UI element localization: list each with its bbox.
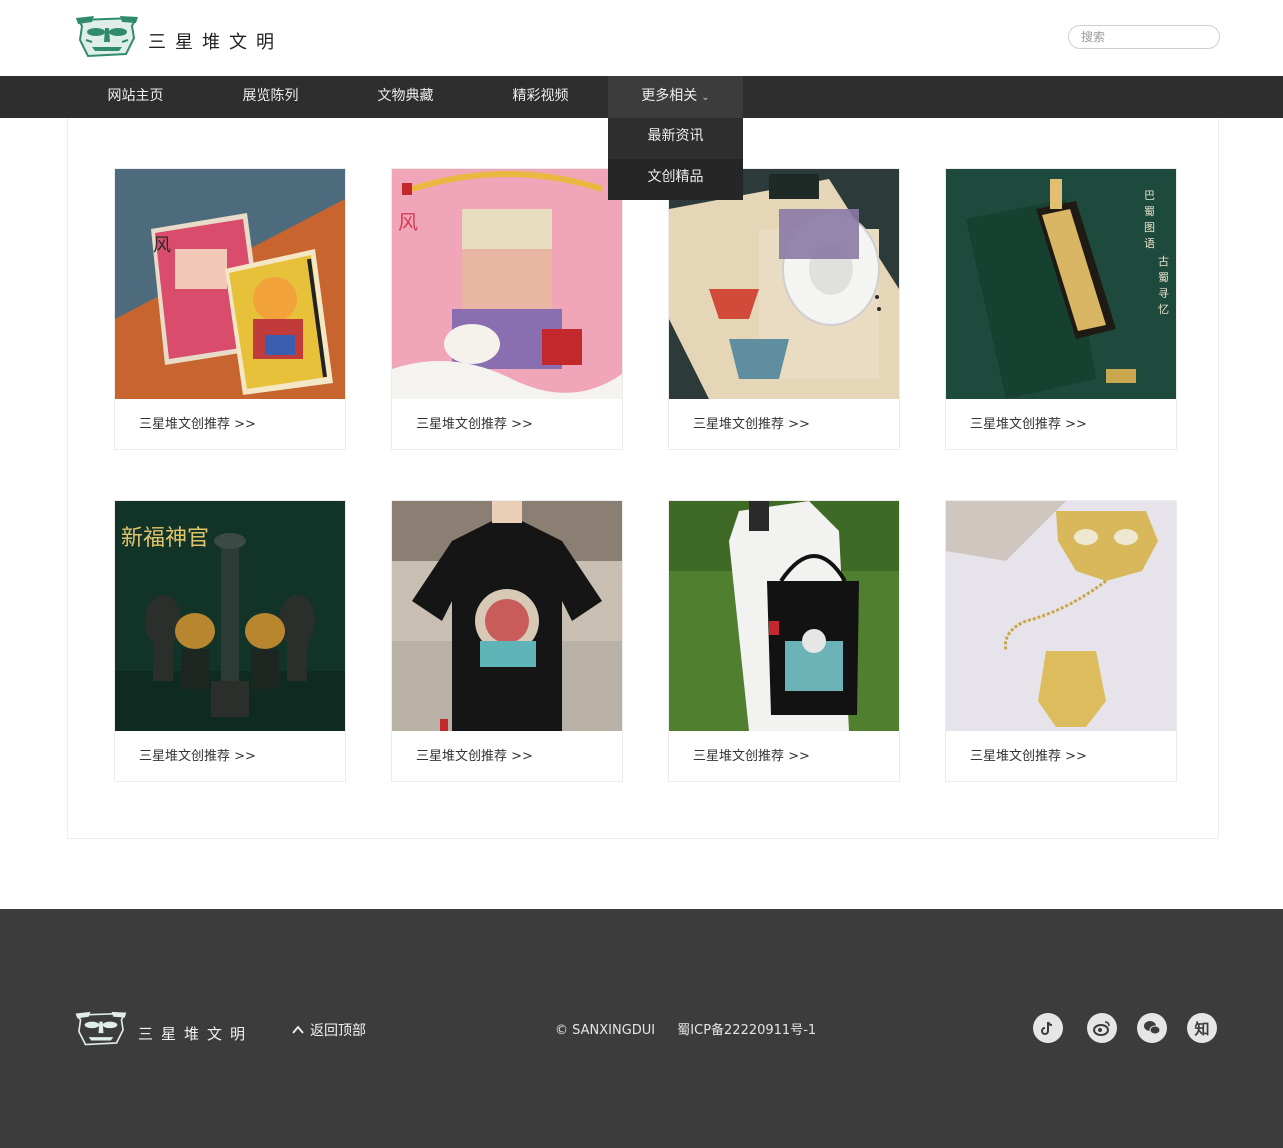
product-image-bookmark: 巴蜀图语 古蜀寻忆 [946, 169, 1176, 399]
product-image-gold-bookmark [946, 501, 1176, 731]
product-caption: 三星堆文创推荐 >> [970, 749, 1087, 764]
svg-text:语: 语 [1144, 237, 1155, 250]
site-footer: 三星堆文明 返回顶部 © SANXINGDUI 蜀ICP备22220911号-1… [0, 909, 1283, 1148]
wechat-icon[interactable] [1137, 1013, 1167, 1043]
svg-text:巴: 巴 [1144, 189, 1155, 202]
product-image-tshirt [392, 501, 622, 731]
search-box[interactable] [1068, 25, 1220, 49]
logo-text: 三星堆文明 [148, 32, 283, 53]
product-card[interactable]: 风 三星堆文创推荐 >> [391, 168, 623, 450]
nav-item-exhibitions[interactable]: 展览陈列 [203, 76, 338, 118]
nav-item-label: 更多相关 [641, 88, 698, 104]
svg-text:蜀: 蜀 [1144, 205, 1155, 218]
svg-text:忆: 忆 [1158, 303, 1169, 316]
svg-text:寻: 寻 [1158, 287, 1169, 300]
nav-item-more[interactable]: 更多相关 ⌄ [608, 76, 743, 118]
site-header: 三星堆文明 [0, 0, 1283, 76]
nav-item-label: 展览陈列 [242, 88, 299, 104]
product-caption: 三星堆文创推荐 >> [139, 417, 256, 432]
svg-text:蜀: 蜀 [1158, 271, 1169, 284]
site-logo[interactable]: 三星堆文明 [74, 14, 283, 60]
back-to-top-link[interactable]: 返回顶部 [292, 1020, 366, 1040]
svg-text:新福神官: 新福神官 [121, 526, 209, 551]
product-caption: 三星堆文创推荐 >> [693, 417, 810, 432]
dropdown-item-news[interactable]: 最新资讯 [608, 118, 743, 159]
main-nav: 网站主页 展览陈列 文物典藏 精彩视频 更多相关 ⌄ [0, 76, 1283, 118]
product-card[interactable]: 三星堆文创推荐 >> [668, 168, 900, 450]
svg-text:古: 古 [1158, 255, 1169, 268]
copyright-line: © SANXINGDUI 蜀ICP备22220911号-1 [555, 1019, 834, 1038]
product-caption: 三星堆文创推荐 >> [970, 417, 1087, 432]
nav-item-videos[interactable]: 精彩视频 [473, 76, 608, 118]
icp-number[interactable]: 蜀ICP备22220911号-1 [677, 1023, 816, 1038]
product-caption: 三星堆文创推荐 >> [416, 749, 533, 764]
douyin-icon[interactable] [1033, 1013, 1063, 1043]
product-image-figurines: 新福神官 [115, 501, 345, 731]
product-card[interactable]: 风 三星堆文创推荐 >> [114, 168, 346, 450]
svg-text:风: 风 [398, 210, 418, 234]
product-card[interactable]: 新福神官 三星堆文创推荐 >> [114, 500, 346, 782]
product-card[interactable]: 巴蜀图语 古蜀寻忆 三星堆文创推荐 >> [945, 168, 1177, 450]
zhihu-icon[interactable]: 知 [1187, 1013, 1217, 1043]
chevron-down-icon: ⌄ [701, 92, 710, 103]
product-image-tote-bag [669, 501, 899, 731]
dropdown-item-creative[interactable]: 文创精品 [608, 159, 743, 200]
copyright-text: © SANXINGDUI [555, 1023, 656, 1038]
nav-item-label: 文物典藏 [377, 88, 434, 104]
more-dropdown-menu: 最新资讯 文创精品 [608, 118, 743, 200]
product-image-poster: 风 [392, 169, 622, 399]
footer-logo[interactable]: 三星堆文明 [74, 1010, 253, 1048]
nav-item-home[interactable]: 网站主页 [68, 76, 203, 118]
weibo-icon[interactable] [1087, 1013, 1117, 1043]
svg-text:图: 图 [1144, 221, 1155, 234]
svg-text:风: 风 [153, 235, 171, 256]
search-input[interactable] [1081, 26, 1211, 48]
product-caption: 三星堆文创推荐 >> [139, 749, 256, 764]
zhihu-icon-label: 知 [1194, 1019, 1210, 1038]
product-panel: 风 三星堆文创推荐 >> 风 三星堆文创推荐 >> 三星堆文创推荐 >> 巴 蜀… [67, 118, 1219, 839]
product-caption: 三星堆文创推荐 >> [693, 749, 810, 764]
chevron-up-icon [292, 1025, 304, 1034]
bronze-mask-logo-icon [75, 1011, 127, 1046]
nav-item-label: 网站主页 [107, 88, 164, 104]
product-card[interactable]: 三星堆文创推荐 >> [668, 500, 900, 782]
product-caption: 三星堆文创推荐 >> [416, 417, 533, 432]
bronze-mask-logo-icon [76, 16, 138, 58]
back-to-top-label: 返回顶部 [310, 1023, 366, 1039]
footer-logo-text: 三星堆文明 [138, 1024, 254, 1043]
product-image-washi-tape [669, 169, 899, 399]
product-image-notebook: 风 [115, 169, 345, 399]
nav-item-label: 精彩视频 [512, 88, 569, 104]
product-card[interactable]: 三星堆文创推荐 >> [945, 500, 1177, 782]
product-card[interactable]: 三星堆文创推荐 >> [391, 500, 623, 782]
nav-item-collections[interactable]: 文物典藏 [338, 76, 473, 118]
